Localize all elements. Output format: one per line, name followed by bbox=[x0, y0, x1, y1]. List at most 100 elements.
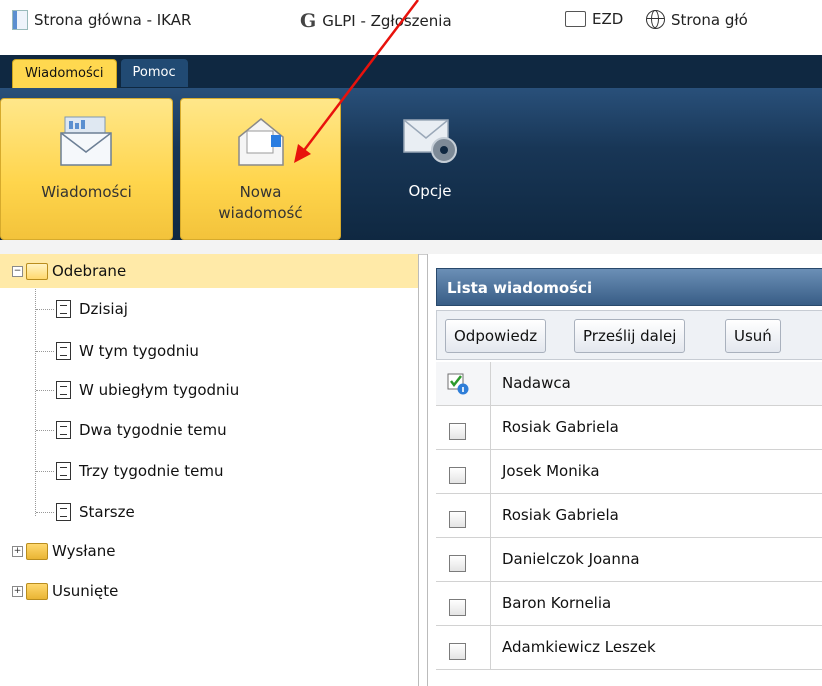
page-icon bbox=[12, 10, 28, 30]
tree-label: Usunięte bbox=[52, 582, 119, 600]
ribbon-toolbar: Wiadomości Nowa wiadomość Opcje bbox=[0, 88, 822, 240]
sender-cell: Baron Kornelia bbox=[502, 594, 612, 612]
reply-button[interactable]: Odpowiedz bbox=[445, 319, 547, 353]
table-row[interactable]: Josek Monika bbox=[436, 450, 822, 494]
options-label: Opcje bbox=[408, 182, 452, 200]
expand-icon[interactable]: + bbox=[12, 585, 23, 597]
tree-label: Trzy tygodnie temu bbox=[79, 462, 224, 480]
document-icon bbox=[56, 421, 71, 439]
check-info-icon bbox=[447, 373, 469, 395]
tree-label: Odebrane bbox=[52, 262, 127, 280]
tree-connector bbox=[36, 512, 54, 513]
folder-icon bbox=[26, 582, 48, 600]
message-list-panel: Lista wiadomości Odpowiedz Prześlij dale… bbox=[427, 254, 822, 686]
tree-node-two-weeks[interactable]: Dwa tygodnie temu bbox=[56, 413, 227, 447]
sender-cell: Josek Monika bbox=[502, 462, 600, 480]
row-checkbox[interactable] bbox=[449, 555, 466, 572]
bookmark-label: Strona główna - IKAR bbox=[34, 11, 192, 29]
table-header-row: Nadawca bbox=[436, 362, 822, 406]
row-checkbox[interactable] bbox=[449, 599, 466, 616]
row-checkbox[interactable] bbox=[449, 423, 466, 440]
ribbon-separator bbox=[0, 240, 822, 255]
message-actions-toolbar: Odpowiedz Prześlij dalej Usuń bbox=[436, 310, 822, 360]
tree-connector bbox=[36, 309, 54, 310]
row-select-cell bbox=[436, 626, 491, 669]
document-icon bbox=[56, 342, 71, 360]
row-select-cell bbox=[436, 450, 491, 493]
select-column-header[interactable] bbox=[436, 362, 491, 405]
new-message-label: Nowa wiadomość bbox=[181, 182, 340, 224]
row-checkbox[interactable] bbox=[449, 511, 466, 528]
tree-connector bbox=[36, 430, 54, 431]
table-row[interactable]: Danielczok Joanna bbox=[436, 538, 822, 582]
document-icon bbox=[56, 381, 71, 399]
bookmark-label: GLPI - Zgłoszenia bbox=[322, 12, 452, 30]
tab-messages[interactable]: Wiadomości bbox=[12, 59, 117, 88]
row-select-cell bbox=[436, 406, 491, 449]
tree-node-today[interactable]: Dzisiaj bbox=[56, 292, 128, 326]
folder-icon bbox=[565, 11, 586, 27]
tree-connector bbox=[36, 390, 54, 391]
bookmark-strona[interactable]: Strona głó bbox=[646, 10, 748, 29]
tree-node-three-weeks[interactable]: Trzy tygodnie temu bbox=[56, 454, 224, 488]
tab-help[interactable]: Pomoc bbox=[120, 59, 188, 87]
tree-label: W tym tygodniu bbox=[79, 342, 199, 360]
messages-button-label: Wiadomości bbox=[41, 183, 132, 201]
tree-node-this-week[interactable]: W tym tygodniu bbox=[56, 334, 199, 368]
row-checkbox[interactable] bbox=[449, 643, 466, 660]
glpi-icon: G bbox=[300, 10, 317, 32]
globe-icon bbox=[646, 10, 665, 29]
bookmark-glpi[interactable]: G GLPI - Zgłoszenia bbox=[300, 10, 452, 32]
open-folder-icon bbox=[26, 262, 48, 280]
tree-label: Dzisiaj bbox=[79, 300, 128, 318]
tree-node-deleted[interactable]: + Usunięte bbox=[0, 574, 118, 608]
column-header-sender[interactable]: Nadawca bbox=[502, 362, 571, 405]
new-message-label-line2: wiadomość bbox=[218, 204, 303, 222]
row-select-cell bbox=[436, 582, 491, 625]
new-message-button[interactable]: Nowa wiadomość bbox=[180, 98, 341, 240]
document-icon bbox=[56, 462, 71, 480]
document-icon bbox=[56, 300, 71, 318]
table-row[interactable]: Adamkiewicz Leszek bbox=[436, 626, 822, 670]
tree-node-last-week[interactable]: W ubiegłym tygodniu bbox=[56, 373, 239, 407]
tree-guide-line bbox=[35, 284, 36, 516]
messages-button[interactable]: Wiadomości bbox=[0, 98, 173, 240]
tree-node-older[interactable]: Starsze bbox=[56, 495, 135, 529]
tree-label: Wysłane bbox=[52, 542, 116, 560]
row-checkbox[interactable] bbox=[449, 467, 466, 484]
sender-cell: Rosiak Gabriela bbox=[502, 506, 619, 524]
delete-button[interactable]: Usuń bbox=[725, 319, 781, 353]
forward-button[interactable]: Prześlij dalej bbox=[574, 319, 686, 353]
mail-gear-icon bbox=[403, 119, 457, 163]
document-icon bbox=[56, 503, 71, 521]
options-button[interactable]: Opcje bbox=[370, 98, 490, 238]
sender-cell: Danielczok Joanna bbox=[502, 550, 640, 568]
collapse-icon[interactable]: − bbox=[12, 265, 23, 277]
bookmark-label: Strona głó bbox=[671, 10, 748, 29]
tree-node-inbox[interactable]: − Odebrane bbox=[0, 254, 418, 288]
sender-cell: Adamkiewicz Leszek bbox=[502, 638, 656, 656]
table-row[interactable]: Rosiak Gabriela bbox=[436, 494, 822, 538]
tree-label: Dwa tygodnie temu bbox=[79, 421, 227, 439]
folder-tree: − Odebrane Dzisiaj W tym tygodniu W ubie… bbox=[0, 254, 419, 686]
bookmark-label: EZD bbox=[592, 10, 624, 28]
message-list-title: Lista wiadomości bbox=[436, 268, 822, 306]
tree-connector bbox=[36, 351, 54, 352]
sender-cell: Rosiak Gabriela bbox=[502, 418, 619, 436]
bookmark-ezd[interactable]: EZD bbox=[565, 10, 623, 28]
new-message-label-line1: Nowa bbox=[239, 183, 282, 201]
table-row[interactable]: Rosiak Gabriela bbox=[436, 406, 822, 450]
expand-icon[interactable]: + bbox=[12, 545, 23, 557]
mail-list-icon bbox=[59, 116, 112, 166]
tree-label: Starsze bbox=[79, 503, 135, 521]
folder-icon bbox=[26, 542, 48, 560]
table-row[interactable]: Baron Kornelia bbox=[436, 582, 822, 626]
bookmarks-bar: Strona główna - IKAR G GLPI - Zgłoszenia… bbox=[0, 0, 822, 42]
tree-connector bbox=[36, 471, 54, 472]
bookmark-ikar[interactable]: Strona główna - IKAR bbox=[12, 10, 191, 30]
tree-node-sent[interactable]: + Wysłane bbox=[0, 534, 115, 568]
row-select-cell bbox=[436, 494, 491, 537]
tree-label: W ubiegłym tygodniu bbox=[79, 381, 240, 399]
row-select-cell bbox=[436, 538, 491, 581]
ribbon-tabs: Wiadomości Pomoc bbox=[12, 59, 192, 88]
